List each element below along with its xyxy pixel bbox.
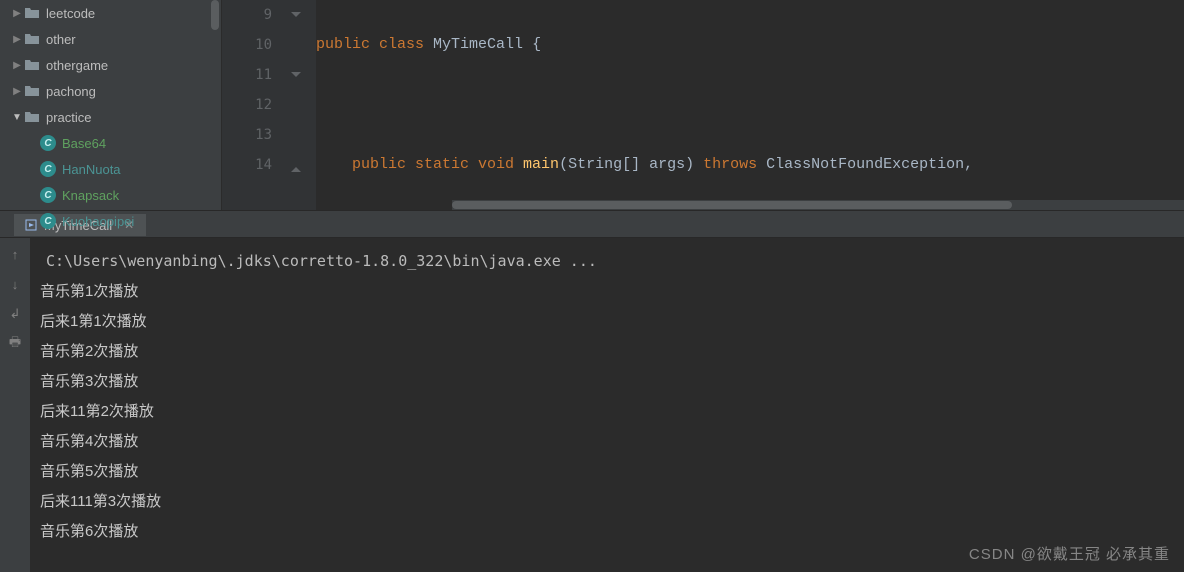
brace: { bbox=[532, 36, 541, 53]
console-line: 音乐第4次播放 bbox=[40, 427, 1174, 457]
tree-class-knapsack[interactable]: C Knapsack bbox=[0, 182, 221, 208]
console-line: 后来1第1次播放 bbox=[40, 307, 1174, 337]
console-line: 后来11第2次播放 bbox=[40, 397, 1174, 427]
tree-label: practice bbox=[46, 110, 92, 125]
console-toolbar: ↑ ↓ ↲ 🖶 bbox=[0, 238, 30, 572]
chevron-right-icon: ▶ bbox=[10, 8, 24, 19]
folder-icon bbox=[24, 84, 40, 98]
tree-class-hannuota[interactable]: C HanNuota bbox=[0, 156, 221, 182]
down-arrow-icon[interactable]: ↓ bbox=[5, 274, 25, 294]
console-line: 音乐第3次播放 bbox=[40, 367, 1174, 397]
project-tree: ▶ leetcode ▶ other ▶ othergame ▶ pachong… bbox=[0, 0, 222, 210]
scrollbar-thumb[interactable] bbox=[452, 201, 1012, 209]
command-line: C:\Users\wenyanbing\.jdks\corretto-1.8.0… bbox=[40, 250, 603, 272]
fold-column bbox=[282, 0, 316, 210]
folder-icon bbox=[24, 32, 40, 46]
tree-label: other bbox=[46, 32, 76, 47]
line-number: 13 bbox=[255, 127, 272, 143]
line-number: 12 bbox=[255, 97, 272, 113]
code-editor[interactable]: 9 10 11 12 13 14 public class MyTimeCall… bbox=[222, 0, 1184, 210]
exception: ClassNotFoundException, bbox=[766, 156, 973, 173]
console-line: 音乐第2次播放 bbox=[40, 337, 1174, 367]
class-icon: C bbox=[40, 135, 56, 151]
fold-start-icon[interactable] bbox=[290, 10, 302, 22]
console-line: 音乐第5次播放 bbox=[40, 457, 1174, 487]
line-number: 14 bbox=[255, 157, 272, 173]
folder-icon bbox=[24, 6, 40, 20]
tree-label: HanNuota bbox=[62, 162, 121, 177]
tree-label: Kuohaopipei bbox=[62, 214, 134, 229]
line-number: 10 bbox=[255, 37, 272, 53]
tree-class-base64[interactable]: C Base64 bbox=[0, 130, 221, 156]
console-line: 后来111第3次播放 bbox=[40, 487, 1174, 517]
chevron-right-icon: ▶ bbox=[10, 34, 24, 45]
keyword: public bbox=[316, 36, 379, 53]
class-icon: C bbox=[40, 213, 56, 229]
tree-folder-leetcode[interactable]: ▶ leetcode bbox=[0, 0, 221, 26]
keyword: class bbox=[379, 36, 433, 53]
tree-label: pachong bbox=[46, 84, 96, 99]
folder-icon bbox=[24, 110, 40, 124]
tree-folder-othergame[interactable]: ▶ othergame bbox=[0, 52, 221, 78]
class-icon: C bbox=[40, 187, 56, 203]
method-name: main bbox=[523, 156, 559, 173]
keyword: throws bbox=[703, 156, 766, 173]
fold-start-icon[interactable] bbox=[290, 70, 302, 82]
line-number: 9 bbox=[264, 7, 272, 23]
tree-folder-pachong[interactable]: ▶ pachong bbox=[0, 78, 221, 104]
folder-icon bbox=[24, 58, 40, 72]
tree-label: Base64 bbox=[62, 136, 106, 151]
console-output[interactable]: C:\Users\wenyanbing\.jdks\corretto-1.8.0… bbox=[30, 238, 1184, 572]
class-name: MyTimeCall bbox=[433, 36, 532, 53]
sidebar-scrollbar[interactable] bbox=[211, 0, 219, 30]
editor-horizontal-scrollbar[interactable] bbox=[452, 200, 1184, 210]
up-arrow-icon[interactable]: ↑ bbox=[5, 244, 25, 264]
console-line: 音乐第6次播放 bbox=[40, 517, 1174, 547]
tree-label: othergame bbox=[46, 58, 108, 73]
tree-label: Knapsack bbox=[62, 188, 119, 203]
code-area[interactable]: public class MyTimeCall { public static … bbox=[316, 0, 1184, 210]
tree-label: leetcode bbox=[46, 6, 95, 21]
class-icon: C bbox=[40, 161, 56, 177]
line-gutter: 9 10 11 12 13 14 bbox=[222, 0, 282, 210]
tree-folder-other[interactable]: ▶ other bbox=[0, 26, 221, 52]
soft-wrap-icon[interactable]: ↲ bbox=[5, 304, 25, 324]
print-icon[interactable]: 🖶 bbox=[5, 334, 25, 354]
tree-folder-practice[interactable]: ▼ practice bbox=[0, 104, 221, 130]
console-line: 音乐第1次播放 bbox=[40, 277, 1174, 307]
line-number: 11 bbox=[255, 67, 272, 83]
chevron-down-icon: ▼ bbox=[10, 112, 24, 123]
fold-end-icon[interactable] bbox=[290, 160, 302, 172]
params: (String[] args) bbox=[559, 156, 703, 173]
chevron-right-icon: ▶ bbox=[10, 86, 24, 97]
keyword: public static void bbox=[352, 156, 523, 173]
chevron-right-icon: ▶ bbox=[10, 60, 24, 71]
tree-class-kuohaopipei[interactable]: C Kuohaopipei bbox=[0, 208, 221, 234]
